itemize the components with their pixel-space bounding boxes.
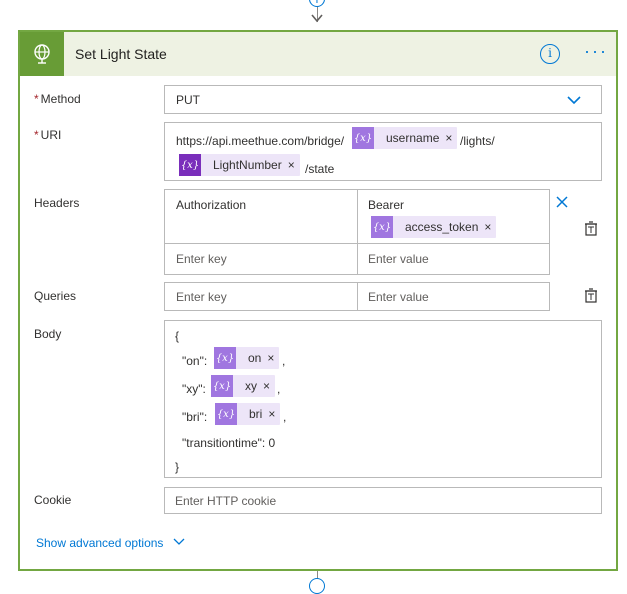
uri-input[interactable]: https://api.meethue.com/bridge/ {x} user… <box>164 122 602 181</box>
uri-prefix-text: https://api.meethue.com/bridge/ <box>176 134 345 148</box>
header-key-input[interactable]: Enter key <box>165 244 358 274</box>
token-bri[interactable]: {x} bri × <box>215 403 281 425</box>
dynamic-content-icon: {x} <box>371 216 393 238</box>
cookie-input[interactable]: Enter HTTP cookie <box>164 487 602 514</box>
add-step-icon-top[interactable]: + <box>309 0 325 7</box>
body-label: Body <box>34 327 62 341</box>
cookie-label: Cookie <box>34 493 72 507</box>
uri-middle-text: /lights/ <box>460 134 495 148</box>
dynamic-content-icon: {x} <box>179 154 201 176</box>
token-xy[interactable]: {x} xy × <box>211 375 276 397</box>
chevron-down-icon <box>567 96 581 105</box>
token-lightnumber[interactable]: {x} LightNumber × <box>179 154 300 176</box>
header-value-input[interactable]: Enter value <box>358 244 549 274</box>
card-header[interactable]: Set Light State i ··· <box>20 32 616 76</box>
query-value-input[interactable]: Enter value <box>358 283 549 310</box>
queries-label: Queries <box>34 289 77 303</box>
token-on[interactable]: {x} on × <box>214 347 280 369</box>
card-title: Set Light State <box>75 46 167 62</box>
switch-text-mode-icon[interactable] <box>584 221 598 237</box>
body-comma: , <box>277 382 281 396</box>
dynamic-content-icon: {x} <box>215 403 237 425</box>
remove-header-icon[interactable] <box>555 195 569 209</box>
body-comma: , <box>283 410 287 424</box>
remove-token-icon[interactable]: × <box>445 131 457 145</box>
action-card: Set Light State i ··· * Method PUT * URI h… <box>18 30 618 571</box>
dynamic-content-icon: {x} <box>352 127 374 149</box>
token-username[interactable]: {x} username × <box>352 127 458 149</box>
header-value-text: Bearer <box>368 198 405 212</box>
info-icon[interactable]: i <box>540 44 560 64</box>
uri-suffix-text: /state <box>305 162 335 176</box>
remove-token-icon[interactable]: × <box>268 407 280 421</box>
remove-token-icon[interactable]: × <box>484 220 496 234</box>
headers-label: Headers <box>34 196 80 210</box>
body-on-key: "on": <box>182 354 208 368</box>
header-key-cell[interactable]: Authorization <box>165 190 358 244</box>
body-xy-key: "xy": <box>182 382 206 396</box>
remove-token-icon[interactable]: × <box>288 158 300 172</box>
http-globe-icon <box>20 32 64 76</box>
token-access-token[interactable]: {x} access_token × <box>371 216 497 238</box>
queries-table: Enter key Enter value <box>164 282 550 311</box>
body-comma: , <box>282 354 286 368</box>
query-key-input[interactable]: Enter key <box>165 283 358 310</box>
show-advanced-options-link[interactable]: Show advanced options <box>36 536 163 550</box>
remove-token-icon[interactable]: × <box>263 379 275 393</box>
header-key-text: Authorization <box>176 198 247 212</box>
header-value-cell[interactable]: Bearer {x} access_token × <box>358 190 549 244</box>
switch-text-mode-icon[interactable] <box>584 288 598 304</box>
more-options-icon[interactable]: ··· <box>584 41 608 62</box>
method-select[interactable]: PUT <box>164 85 602 114</box>
body-bri-key: "bri": <box>182 410 208 424</box>
arrow-down-icon <box>311 14 323 23</box>
add-step-icon-bottom[interactable] <box>309 578 325 594</box>
method-label: * Method <box>34 92 81 106</box>
uri-label: * URI <box>34 128 62 142</box>
dynamic-content-icon: {x} <box>214 347 236 369</box>
body-close-brace: } <box>175 460 180 474</box>
headers-table: Authorization Bearer {x} access_token × … <box>164 189 550 275</box>
chevron-down-icon[interactable] <box>172 535 186 547</box>
body-input[interactable]: { "on": {x} on × , "xy": {x} xy × , "bri… <box>164 320 602 478</box>
dynamic-content-icon: {x} <box>211 375 233 397</box>
body-transition-line: "transitiontime": 0 <box>182 436 276 450</box>
method-value: PUT <box>176 93 200 107</box>
body-open-brace: { <box>175 329 180 343</box>
remove-token-icon[interactable]: × <box>267 351 279 365</box>
